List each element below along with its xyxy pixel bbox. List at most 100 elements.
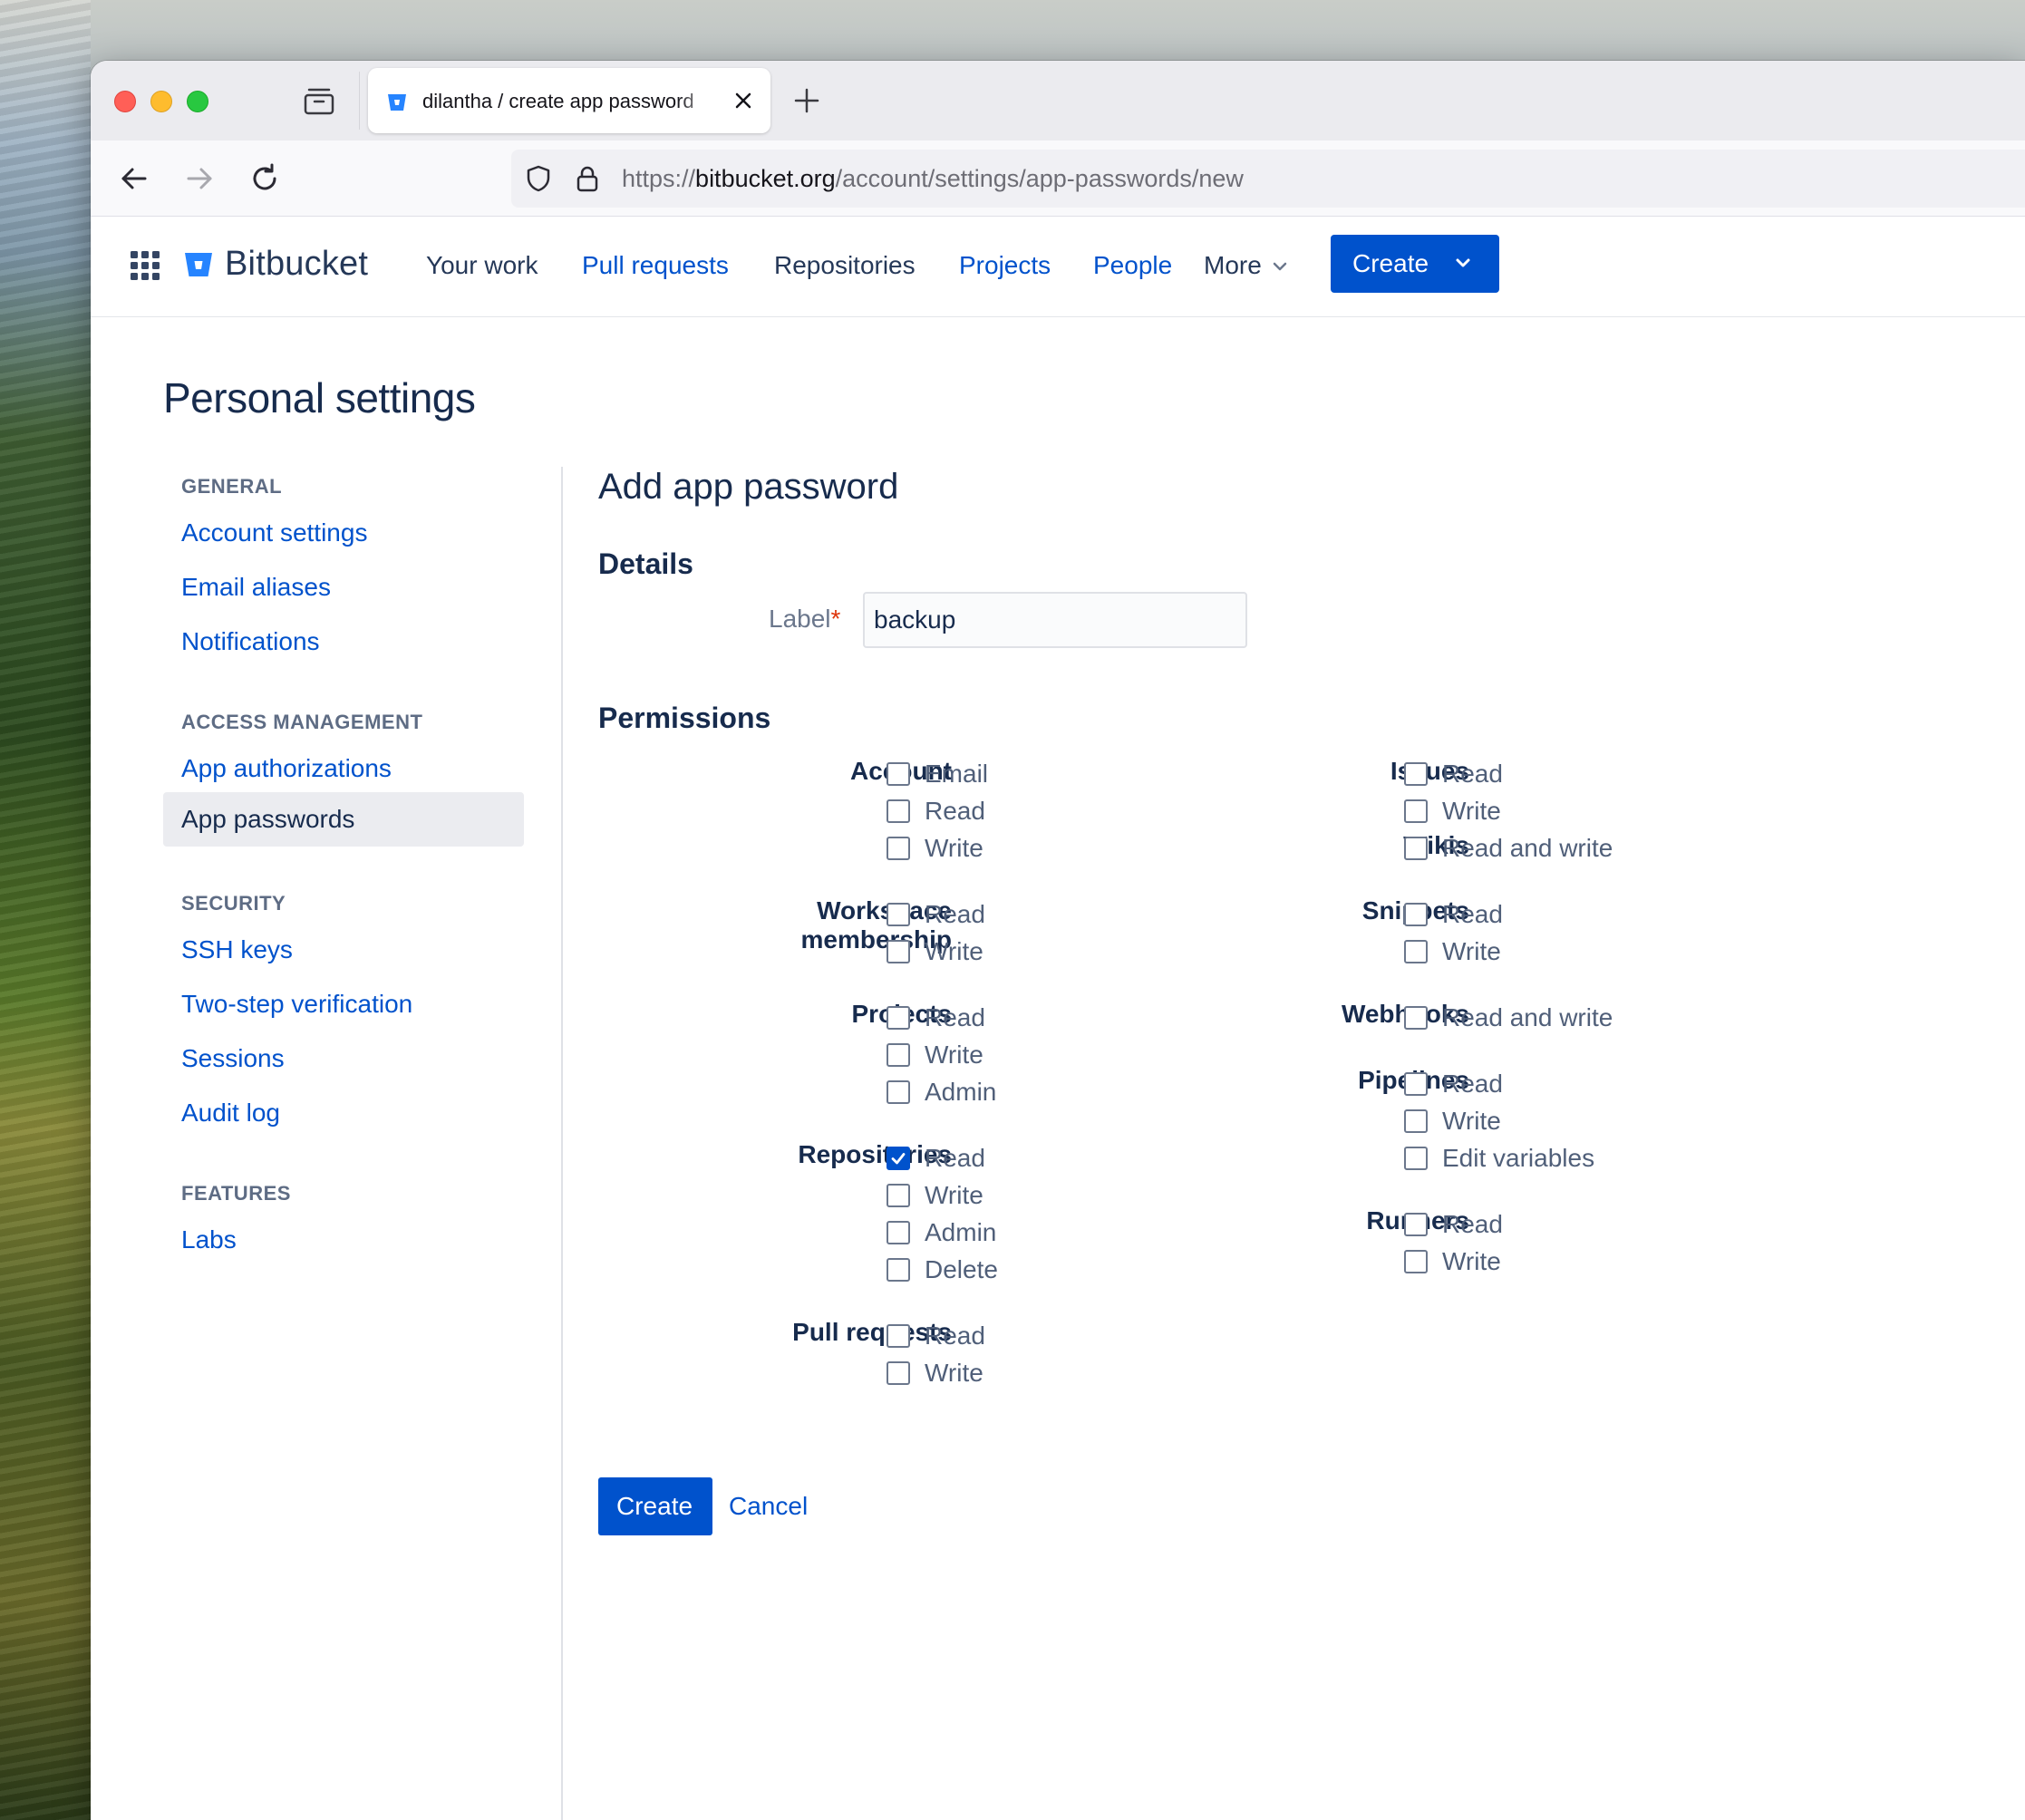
checkbox-pullrequests-read[interactable] <box>887 1324 910 1348</box>
back-arrow-icon[interactable] <box>116 160 152 197</box>
reload-icon[interactable] <box>247 160 283 197</box>
checkbox-label[interactable]: Read and write <box>1442 1003 1613 1032</box>
create-dropdown-button[interactable]: Create <box>1331 235 1499 293</box>
checkbox-label[interactable]: Read <box>925 797 985 826</box>
sidebar-item-two-step-verification[interactable]: Two-step verification <box>181 990 412 1019</box>
checkbox-label[interactable]: Write <box>925 1359 983 1388</box>
checkbox-issues-write[interactable] <box>1404 799 1428 823</box>
nav-your-work[interactable]: Your work <box>426 251 538 280</box>
nav-more[interactable]: More <box>1204 251 1262 280</box>
sidebar-item-app-authorizations[interactable]: App authorizations <box>181 754 392 783</box>
sidebar-item-audit-log[interactable]: Audit log <box>181 1099 280 1128</box>
checkbox-issues-read[interactable] <box>1404 762 1428 786</box>
checkbox-label[interactable]: Write <box>925 834 983 863</box>
nav-projects[interactable]: Projects <box>959 251 1051 280</box>
checkbox-label[interactable]: Email <box>925 760 988 789</box>
brand-name[interactable]: Bitbucket <box>225 245 368 284</box>
checkbox-label[interactable]: Read <box>1442 760 1503 789</box>
checkbox-account-write[interactable] <box>887 837 910 860</box>
checkbox-projects-read[interactable] <box>887 1006 910 1030</box>
checkbox-runners-write[interactable] <box>1404 1250 1428 1273</box>
checkbox-label[interactable]: Write <box>925 937 983 966</box>
checkbox-label[interactable]: Delete <box>925 1255 998 1284</box>
checkbox-label[interactable]: Read <box>925 1003 985 1032</box>
checkbox-wikis-read-write[interactable] <box>1404 837 1428 860</box>
checkbox-pipelines-write[interactable] <box>1404 1109 1428 1133</box>
minimize-window-button[interactable] <box>150 91 172 112</box>
lock-icon[interactable] <box>575 164 600 193</box>
permissions-heading: Permissions <box>598 702 771 734</box>
sidebar-item-app-passwords[interactable]: App passwords <box>163 792 524 847</box>
sidebar-heading-access: ACCESS MANAGEMENT <box>181 711 423 733</box>
browser-tab[interactable]: dilantha / create app password <box>368 68 770 133</box>
vertical-divider <box>561 467 563 1820</box>
checkbox-projects-admin[interactable] <box>887 1080 910 1104</box>
checkbox-runners-read[interactable] <box>1404 1213 1428 1236</box>
checkbox-label[interactable]: Write <box>1442 797 1501 826</box>
new-tab-icon[interactable] <box>790 84 823 117</box>
checkbox-snippets-write[interactable] <box>1404 940 1428 963</box>
checkbox-label[interactable]: Write <box>1442 1107 1501 1136</box>
checkbox-account-read[interactable] <box>887 799 910 823</box>
cancel-link[interactable]: Cancel <box>729 1492 808 1521</box>
label-input[interactable] <box>863 592 1247 648</box>
sidebar-item-ssh-keys[interactable]: SSH keys <box>181 935 293 964</box>
create-button[interactable]: Create <box>598 1477 712 1535</box>
checkbox-label[interactable]: Admin <box>925 1078 996 1107</box>
close-tab-icon[interactable] <box>731 88 756 113</box>
url-text[interactable]: https://bitbucket.org/account/settings/a… <box>622 165 1244 193</box>
checkbox-projects-write[interactable] <box>887 1043 910 1067</box>
checkbox-label[interactable]: Read <box>925 1321 985 1350</box>
close-window-button[interactable] <box>114 91 136 112</box>
chevron-down-icon[interactable] <box>1271 260 1289 275</box>
checkbox-label[interactable]: Read and write <box>1442 834 1613 863</box>
checkbox-pullrequests-write[interactable] <box>887 1361 910 1385</box>
nav-repositories[interactable]: Repositories <box>774 251 916 280</box>
forward-arrow-icon[interactable] <box>181 160 218 197</box>
checkbox-snippets-read[interactable] <box>1404 903 1428 926</box>
bitbucket-logo-icon[interactable] <box>183 249 214 280</box>
checkbox-account-email[interactable] <box>887 762 910 786</box>
sidebar-item-labs[interactable]: Labs <box>181 1225 237 1254</box>
checkbox-label[interactable]: Write <box>925 1041 983 1070</box>
sidebar-item-email-aliases[interactable]: Email aliases <box>181 573 331 602</box>
address-bar[interactable]: https://bitbucket.org/account/settings/a… <box>511 150 2025 208</box>
page-title: Personal settings <box>163 374 476 421</box>
checkbox-label[interactable]: Read <box>1442 900 1503 929</box>
checkbox-workspace-read[interactable] <box>887 903 910 926</box>
sidebar-item-sessions[interactable]: Sessions <box>181 1044 285 1073</box>
checkbox-repositories-write[interactable] <box>887 1184 910 1207</box>
tab-bar: dilantha / create app password <box>91 61 2025 140</box>
sidebar-item-account-settings[interactable]: Account settings <box>181 518 367 547</box>
checkbox-label[interactable]: Admin <box>925 1218 996 1247</box>
checkbox-label[interactable]: Read <box>925 900 985 929</box>
checkbox-pipelines-read[interactable] <box>1404 1072 1428 1096</box>
checkbox-repositories-admin[interactable] <box>887 1221 910 1244</box>
sidebar-item-label: App passwords <box>181 805 355 833</box>
checkbox-label[interactable]: Read <box>925 1144 985 1173</box>
create-dropdown-label: Create <box>1352 249 1429 277</box>
checkbox-workspace-write[interactable] <box>887 940 910 963</box>
checkbox-label[interactable]: Write <box>1442 1247 1501 1276</box>
checkbox-label[interactable]: Write <box>925 1181 983 1210</box>
sidebar-heading-features: FEATURES <box>181 1182 291 1205</box>
maximize-window-button[interactable] <box>187 91 208 112</box>
shield-icon[interactable] <box>524 164 553 193</box>
checkbox-repositories-read[interactable] <box>887 1147 910 1170</box>
label-field-label: Label* <box>769 605 841 633</box>
nav-people[interactable]: People <box>1093 251 1172 280</box>
chevron-down-icon <box>1456 258 1470 267</box>
checkbox-label[interactable]: Read <box>1442 1070 1503 1099</box>
sidebar-item-notifications[interactable]: Notifications <box>181 627 320 656</box>
tab-list-icon[interactable] <box>301 86 337 117</box>
checkbox-repositories-delete[interactable] <box>887 1258 910 1282</box>
checkbox-label[interactable]: Read <box>1442 1210 1503 1239</box>
checkbox-label[interactable]: Write <box>1442 937 1501 966</box>
checkbox-pipelines-edit-variables[interactable] <box>1404 1147 1428 1170</box>
nav-pull-requests[interactable]: Pull requests <box>582 251 729 280</box>
tab-separator <box>359 72 360 130</box>
checkbox-label[interactable]: Edit variables <box>1442 1144 1594 1173</box>
bitbucket-favicon-icon <box>388 94 406 111</box>
app-switcher-icon[interactable] <box>129 249 161 282</box>
checkbox-webhooks-read-write[interactable] <box>1404 1006 1428 1030</box>
